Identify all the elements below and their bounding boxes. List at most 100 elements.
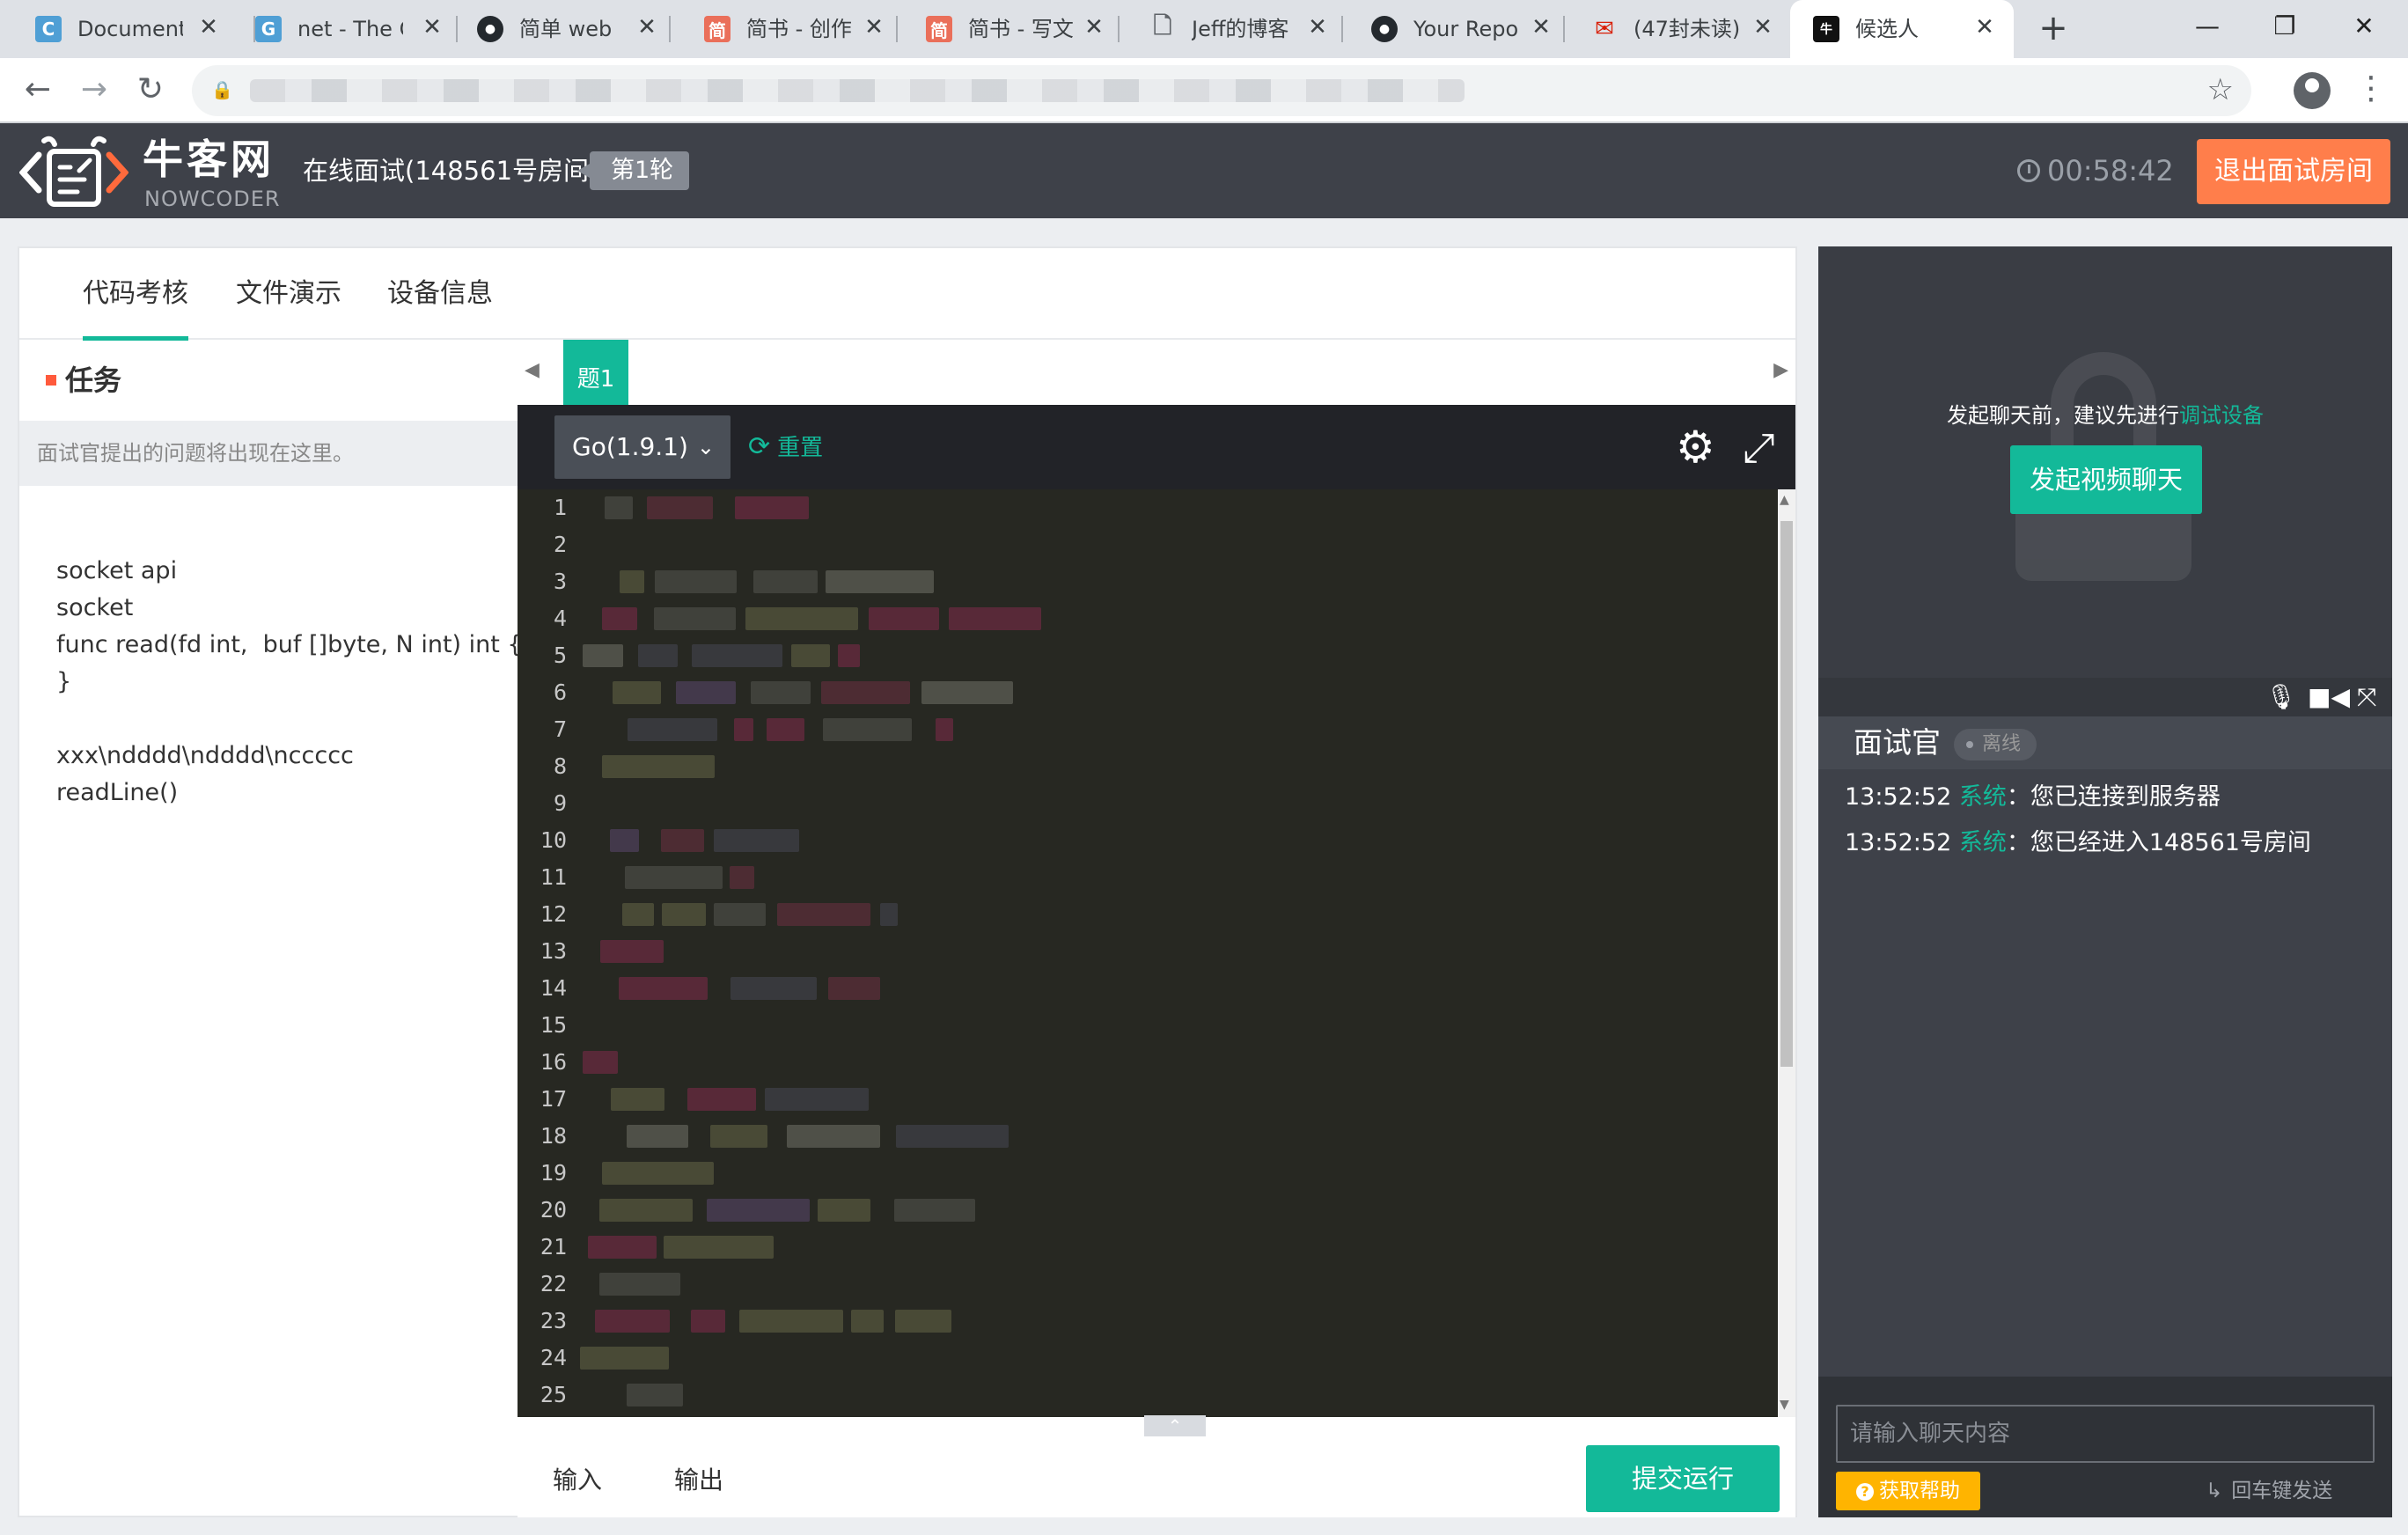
blurred-code-segment: [588, 1236, 657, 1259]
line-number: 2: [553, 532, 567, 557]
scrollbar-thumb[interactable]: [1780, 521, 1793, 1067]
tab-close-icon[interactable]: ✕: [861, 14, 887, 40]
tab-input[interactable]: 输入: [553, 1463, 602, 1498]
fullscreen-icon[interactable]: ⤢: [1743, 424, 1775, 470]
browser-tab-3[interactable]: ● 简单 web ✕: [442, 0, 671, 58]
url-text-blurred[interactable]: [250, 79, 1465, 102]
reload-button[interactable]: ↻: [130, 70, 171, 111]
problem-tab-1[interactable]: 题1: [563, 340, 628, 405]
line-number: 20: [540, 1197, 567, 1223]
tab-close-icon[interactable]: ✕: [1304, 14, 1331, 40]
tab-output[interactable]: 输出: [674, 1463, 723, 1498]
browser-tab-4[interactable]: 简 简书 - 创作 ✕: [669, 0, 898, 58]
window-close-button[interactable]: ✕: [2338, 7, 2390, 46]
scroll-left-icon[interactable]: ◀: [525, 359, 540, 381]
editor-toolbar: Go(1.9.1) ⌄ ⟳ 重置 ⚙ ⤢: [518, 405, 1795, 489]
address-bar[interactable]: 🔒 ☆: [192, 65, 2251, 116]
line-number: 9: [553, 790, 567, 816]
chat-input[interactable]: [1836, 1405, 2375, 1463]
line-number: 12: [540, 901, 567, 927]
debug-device-link[interactable]: 调试设备: [2179, 403, 2264, 428]
gear-icon[interactable]: ⚙: [1676, 424, 1715, 470]
code-editor[interactable]: 1 2 3 4 5 6 7 8 9 10 11 12 13 14 15 16 17 18 19 20 21 22 23 24 2…: [518, 489, 1778, 1417]
camera-icon[interactable]: ■◀: [2308, 681, 2350, 713]
profile-avatar-icon[interactable]: [2294, 72, 2331, 109]
tab-close-icon[interactable]: ✕: [1528, 14, 1554, 40]
blurred-code-segment: [823, 718, 912, 741]
mail-icon: ✉: [1595, 16, 1614, 42]
lock-icon[interactable]: 🔒: [211, 79, 234, 102]
line-number: 6: [553, 679, 567, 705]
github-icon: ●: [1371, 16, 1398, 42]
blurred-code-segment: [692, 644, 782, 667]
scroll-up-icon[interactable]: ▲: [1780, 493, 1789, 507]
tab-close-icon[interactable]: ✕: [1750, 14, 1776, 40]
tab-device-info[interactable]: 设备信息: [387, 275, 493, 313]
line-number: 16: [540, 1049, 567, 1075]
browser-tab-7[interactable]: ● Your Repo ✕: [1336, 0, 1565, 58]
blurred-code-segment: [647, 496, 713, 519]
tab-close-icon[interactable]: ✕: [634, 14, 660, 40]
browser-tab-5[interactable]: 简 简书 - 写文 ✕: [891, 0, 1120, 58]
blurred-code-segment: [687, 1088, 756, 1111]
line-number: 21: [540, 1234, 567, 1260]
line-number: 5: [553, 643, 567, 668]
browser-tab-6[interactable]: 🗋 Jeff的博客 ✕: [1114, 0, 1343, 58]
blurred-code-segment: [599, 1199, 693, 1222]
message-text: ：您已经进入148561号房间: [2006, 829, 2311, 856]
scroll-down-icon[interactable]: ▼: [1780, 1398, 1789, 1412]
logo-text[interactable]: 牛客网: [143, 136, 275, 183]
tab-code-review[interactable]: 代码考核: [83, 275, 188, 341]
new-tab-button[interactable]: +: [2033, 9, 2074, 49]
browser-menu-icon[interactable]: ⋮: [2355, 70, 2387, 106]
tab-title: (47封未读): [1633, 17, 1739, 41]
browser-tab-2[interactable]: G net - The G ✕: [220, 0, 458, 58]
microphone-icon[interactable]: 🎙: [2265, 681, 2297, 713]
bookmark-star-icon[interactable]: ☆: [2207, 72, 2234, 107]
nowcoder-icon: 牛: [1813, 16, 1839, 42]
tab-favicon-icon: G: [255, 16, 282, 42]
tab-title: Your Repo: [1413, 17, 1519, 41]
exit-room-button[interactable]: 退出面试房间: [2197, 139, 2390, 204]
start-video-chat-button[interactable]: 发起视频聊天: [2010, 445, 2202, 514]
blurred-code-segment: [600, 940, 664, 963]
chevron-down-icon: ⌄: [696, 435, 715, 459]
nowcoder-logo-icon[interactable]: [19, 136, 128, 209]
blurred-code-segment: [787, 1125, 880, 1148]
language-select[interactable]: Go(1.9.1) ⌄: [554, 415, 730, 479]
side-panel: 发起聊天前，建议先进行调试设备 发起视频聊天 🎙 ■◀ ⤧ 面试官 离线 13:…: [1818, 246, 2392, 1517]
blurred-code-segment: [880, 903, 898, 926]
collapse-panel-icon[interactable]: ⌃: [1144, 1415, 1206, 1436]
blurred-code-segment: [826, 570, 934, 593]
browser-tab-1[interactable]: C Document ✕: [0, 0, 255, 58]
back-button[interactable]: ←: [18, 70, 58, 111]
tab-close-icon[interactable]: ✕: [195, 14, 222, 40]
line-number: 22: [540, 1271, 567, 1296]
refresh-icon: ⟳: [748, 431, 771, 462]
blurred-code-segment: [730, 977, 817, 1000]
forward-button[interactable]: →: [74, 70, 114, 111]
blurred-code-segment: [583, 644, 623, 667]
line-number: 4: [553, 606, 567, 631]
restore-button[interactable]: ❐: [2258, 7, 2311, 46]
line-number: 17: [540, 1086, 567, 1112]
browser-tab-8[interactable]: ✉ (47封未读) ✕: [1556, 0, 1787, 58]
scroll-right-icon[interactable]: ▶: [1773, 359, 1788, 381]
tab-title: 简书 - 创作: [746, 17, 852, 41]
minimize-button[interactable]: —: [2181, 7, 2234, 46]
message-text: ：您已连接到服务器: [2006, 783, 2221, 811]
line-number: 18: [540, 1123, 567, 1149]
tab-title: 简书 - 写文: [968, 17, 1074, 41]
video-controls: 🎙 ■◀ ⤧: [1818, 678, 2392, 716]
browser-tab-9-active[interactable]: 牛 候选人 ✕: [1790, 0, 2014, 58]
tab-file-demo[interactable]: 文件演示: [236, 275, 341, 313]
get-help-button[interactable]: ? 获取帮助: [1836, 1472, 1980, 1510]
editor-scrollbar[interactable]: ▲ ▼: [1778, 489, 1795, 1417]
submit-run-button[interactable]: 提交运行: [1586, 1445, 1780, 1512]
tab-close-icon[interactable]: ✕: [1971, 14, 1998, 40]
message-time: 13:52:52: [1845, 829, 1952, 856]
video-hint: 发起聊天前，建议先进行调试设备: [1818, 400, 2392, 431]
reset-button[interactable]: ⟳ 重置: [748, 430, 823, 466]
tab-close-icon[interactable]: ✕: [1081, 14, 1107, 40]
expand-icon[interactable]: ⤧: [2357, 681, 2376, 713]
